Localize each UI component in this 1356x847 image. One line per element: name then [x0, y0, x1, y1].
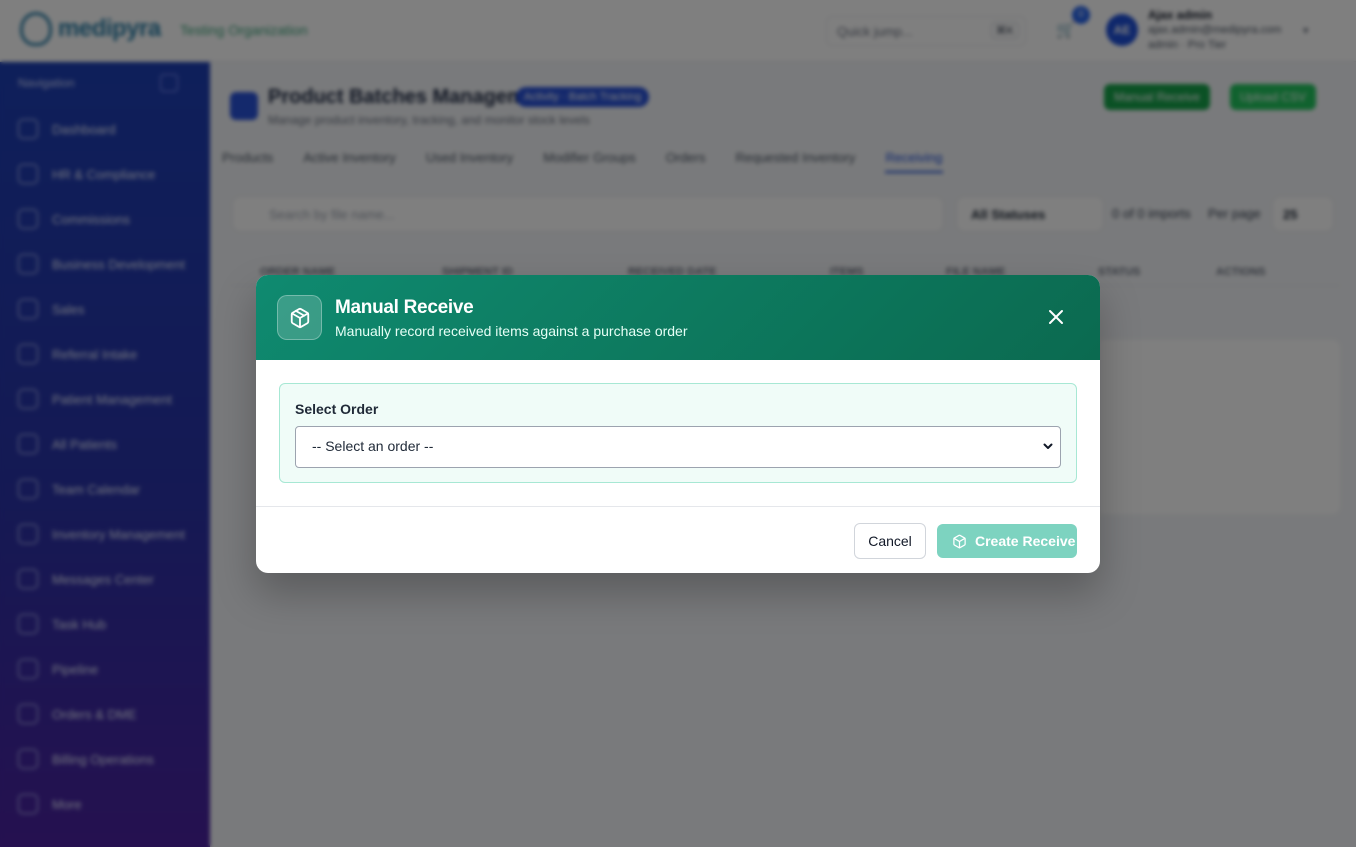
chevron-down-icon — [1043, 443, 1053, 449]
cancel-button[interactable]: Cancel — [854, 523, 926, 559]
select-order-label: Select Order — [295, 401, 379, 417]
package-icon — [953, 534, 966, 549]
package-icon — [277, 295, 322, 340]
modal-title: Manual Receive — [335, 297, 474, 318]
create-receive-button[interactable]: Create Receive — [937, 524, 1077, 558]
modal-header: Manual Receive Manually record received … — [256, 275, 1100, 360]
create-receive-label: Create Receive — [975, 533, 1076, 549]
order-selection-panel: Select Order -- Select an order -- — [279, 383, 1077, 483]
order-select-value: -- Select an order -- — [312, 438, 434, 454]
order-select[interactable]: -- Select an order -- — [295, 426, 1061, 468]
modal-subtitle: Manually record received items against a… — [335, 323, 688, 339]
modal-footer: Cancel Create Receive — [256, 506, 1100, 573]
manual-receive-modal: Manual Receive Manually record received … — [256, 275, 1100, 573]
close-icon[interactable] — [1046, 307, 1066, 327]
